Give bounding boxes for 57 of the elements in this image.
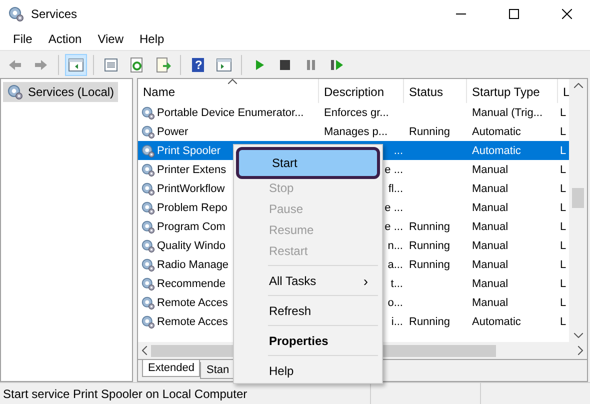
help-glyph: ? [195, 58, 202, 72]
table-cell: o... [388, 296, 403, 308]
table-cell: i... [391, 316, 403, 328]
table-cell-text: L [559, 202, 568, 214]
table-cell-text: Manual [471, 164, 510, 176]
table-cell: Radio Manage [157, 258, 229, 270]
table-cell-text: L [559, 220, 568, 232]
table-cell-text: Manual [471, 220, 510, 232]
table-cell-text: L [559, 182, 568, 194]
table-cell-text: Running [408, 126, 451, 138]
table-cell: fl... [388, 182, 403, 194]
table-cell: e ... [384, 202, 403, 214]
table-cell-text: Running [408, 258, 451, 270]
table-cell-text: Running [408, 240, 451, 252]
table-cell: Program Com [157, 220, 226, 232]
table-cell: Power [157, 126, 188, 138]
table-cell-text: Manual [471, 202, 510, 214]
table-cell: t... [390, 278, 403, 290]
table-cell: PrintWorkflow [157, 182, 225, 194]
table-cell: n... [388, 240, 403, 252]
table-cell-text: L [559, 258, 568, 270]
table-cell-text: Automatic [471, 316, 522, 328]
table-cell: Quality Windo [157, 240, 226, 252]
table-cell: Manages p... [324, 126, 388, 138]
table-cell-text: Manual [471, 182, 510, 194]
table-cell-text: L [559, 106, 568, 118]
table-cell: Print Spooler [157, 144, 221, 156]
table-cell: Enforces gr... [324, 106, 389, 118]
table-cell: a... [388, 258, 403, 270]
table-cell: Printer Extens [157, 164, 226, 176]
table-cell: e ... [384, 220, 403, 232]
table-cell-text: Running [408, 316, 451, 328]
table-cell: e ... [384, 164, 403, 176]
table-cell-text: L [559, 240, 568, 252]
table-cell-text: L [559, 296, 568, 308]
table-cell: Portable Device Enumerator... [157, 106, 304, 118]
table-cell: Remote Acces [157, 296, 228, 308]
table-cell-text: Manual [471, 258, 510, 270]
table-cell: Problem Repo [157, 202, 228, 214]
table-cell: Recommende [157, 278, 226, 290]
table-cell-text: Automatic [471, 144, 522, 156]
table-cell: ... [394, 144, 403, 156]
table-cell-text: L [559, 278, 568, 290]
window-title: Services [31, 7, 78, 21]
table-cell-text: Manual [471, 278, 510, 290]
table-cell-text: L [559, 316, 568, 328]
table-cell-text: Manual (Trig... [471, 106, 544, 118]
table-cell-text: Manual [471, 240, 510, 252]
table-cell-text: L [559, 144, 568, 156]
table-cell-text: L [559, 164, 568, 176]
table-cell-text: Automatic [471, 126, 522, 138]
table-cell-text: Manual [471, 296, 510, 308]
table-cell: Remote Acces [157, 316, 228, 328]
table-cell-text: Running [408, 220, 451, 232]
table-cell-text: L [559, 126, 568, 138]
status-text: Start service Print Spooler on Local Computer [2, 386, 248, 403]
submenu-arrow: › [363, 272, 368, 288]
